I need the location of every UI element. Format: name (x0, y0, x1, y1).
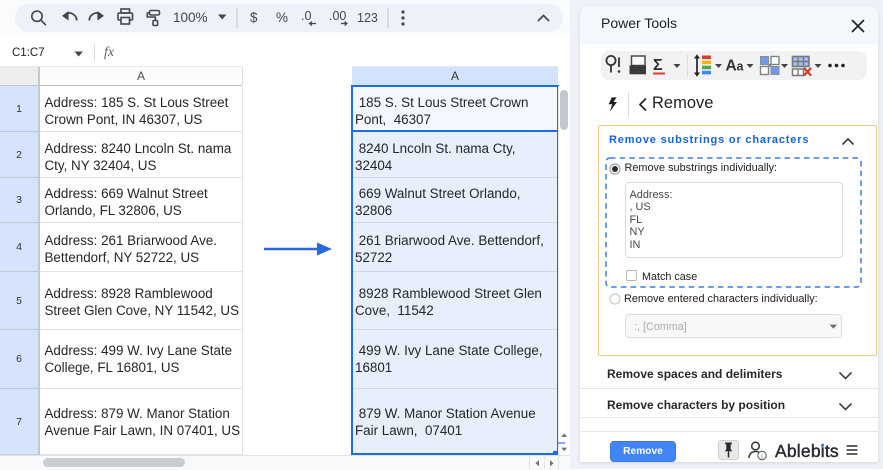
svg-text:100%: 100% (173, 10, 208, 25)
svg-text:.00: .00 (329, 9, 346, 23)
svg-text:%: % (276, 10, 288, 25)
svg-text:Σ: Σ (653, 57, 663, 74)
svg-text:$: $ (250, 10, 258, 25)
svg-text:a: a (737, 60, 745, 74)
svg-text:A: A (726, 58, 737, 75)
svg-text:.0: .0 (301, 9, 311, 23)
svg-text:123: 123 (357, 11, 378, 25)
svg-text:i: i (761, 452, 763, 460)
